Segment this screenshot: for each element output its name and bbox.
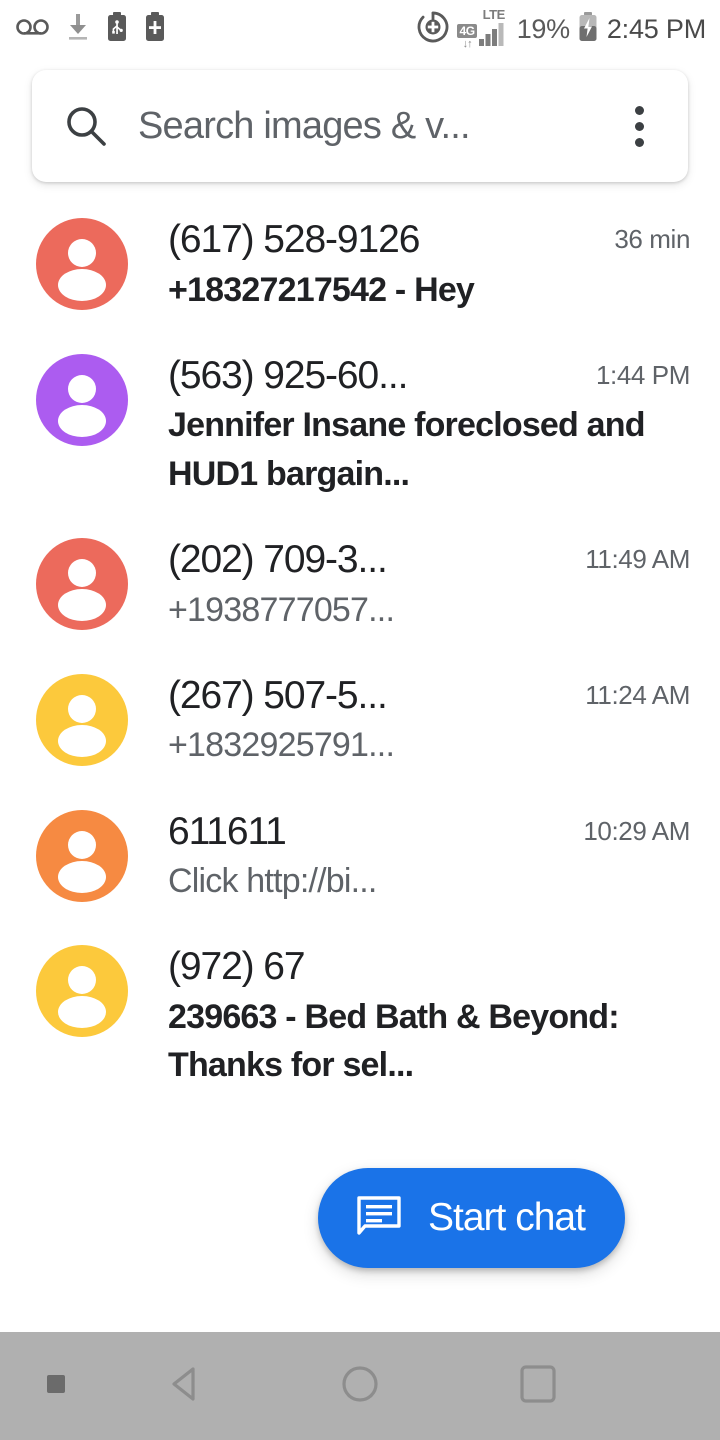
data-saver-icon <box>417 11 449 48</box>
conversation-list: (617) 528-9126 36 min +18327217542 - Hey… <box>0 196 720 1108</box>
conversation-title: (563) 925-60... <box>168 353 408 397</box>
status-bar-left-icons <box>16 11 166 47</box>
network-indicator: 4G ↓↑ LTE <box>457 8 508 50</box>
status-bar-clock: 2:45 PM <box>606 13 706 44</box>
conversation-preview: 239663 - Bed Bath & Beyond: Thanks for s… <box>168 998 620 1085</box>
download-icon <box>66 13 90 46</box>
battery-percent-label: 19% <box>516 13 570 44</box>
avatar <box>36 537 128 630</box>
conversation-title: (202) 709-3... <box>168 537 388 581</box>
conversation-title: (617) 528-9126 <box>168 218 420 261</box>
conversation-timestamp: 11:49 AM <box>585 543 690 574</box>
conversation-row-1[interactable]: (563) 925-60... 1:44 PM Jennifer Insane … <box>0 331 720 516</box>
conversation-title: (972) 67 <box>168 945 306 989</box>
more-vert-icon[interactable] <box>616 105 662 147</box>
battery-plus-icon <box>144 11 166 47</box>
search-bar[interactable]: Search images & v... <box>32 70 688 182</box>
recents-button[interactable] <box>483 1332 593 1440</box>
conversation-timestamp: 36 min <box>614 224 690 254</box>
status-bar-right-icons: 4G ↓↑ LTE 19% 2:45 PM <box>417 8 706 50</box>
conversation-row-3[interactable]: (267) 507-5... 11:24 AM +1832925791... <box>0 651 720 788</box>
signal-bars-icon <box>478 22 509 50</box>
conversation-preview: +1938777057... <box>168 590 395 629</box>
start-chat-icon <box>354 1191 404 1246</box>
conversation-body: (267) 507-5... 11:24 AM +1832925791... <box>168 672 696 770</box>
avatar <box>36 945 128 1038</box>
back-button[interactable] <box>130 1332 240 1440</box>
conversation-body: (563) 925-60... 1:44 PM Jennifer Insane … <box>168 352 696 498</box>
recents-square-icon <box>515 1361 561 1412</box>
conversation-timestamp: 11:24 AM <box>585 679 690 710</box>
network-lte-label: LTE <box>478 8 509 50</box>
conversation-preview: +18327217542 - Hey <box>168 270 475 309</box>
conversation-preview: Jennifer Insane foreclosed and HUD1 barg… <box>168 406 646 493</box>
conversation-header: (563) 925-60... 1:44 PM <box>168 352 690 400</box>
data-arrows-icon: ↓↑ <box>462 38 473 50</box>
conversation-row-4[interactable]: 611611 10:29 AM Click http://bi... <box>0 787 720 924</box>
battery-charging-icon <box>578 11 598 47</box>
conversation-header: (267) 507-5... 11:24 AM <box>168 672 690 720</box>
conversation-row-5[interactable]: (972) 67 239663 - Bed Bath & Beyond: Tha… <box>0 923 720 1108</box>
conversation-title: (267) 507-5... <box>168 673 388 717</box>
back-triangle-icon <box>162 1361 208 1412</box>
avatar <box>36 673 128 766</box>
conversation-preview: +1832925791... <box>168 726 395 765</box>
conversation-preview: Click http://bi... <box>168 862 377 901</box>
conversation-row-2[interactable]: (202) 709-3... 11:49 AM +1938777057... <box>0 515 720 652</box>
conversation-row-0[interactable]: (617) 528-9126 36 min +18327217542 - Hey <box>0 196 720 332</box>
status-bar: 4G ↓↑ LTE 19% 2:45 PM <box>0 0 720 58</box>
search-icon <box>58 103 114 149</box>
voicemail-icon <box>16 16 50 43</box>
conversation-body: (972) 67 239663 - Bed Bath & Beyond: Tha… <box>168 943 696 1089</box>
conversation-body: (202) 709-3... 11:49 AM +1938777057... <box>168 536 696 634</box>
conversation-timestamp: 10:29 AM <box>583 815 690 846</box>
conversation-title: 611611 <box>168 809 287 853</box>
conversation-timestamp: 1:44 PM <box>595 359 690 390</box>
avatar <box>36 809 128 902</box>
search-input[interactable]: Search images & v... <box>138 105 616 148</box>
nav-dot-icon <box>47 1375 65 1393</box>
start-chat-button[interactable]: Start chat <box>318 1168 625 1268</box>
conversation-header: (972) 67 <box>168 943 690 991</box>
avatar <box>36 218 128 310</box>
network-4g-badge: 4G ↓↑ <box>457 24 477 50</box>
avatar <box>36 353 128 446</box>
conversation-header: (617) 528-9126 36 min <box>168 216 690 264</box>
conversation-body: 611611 10:29 AM Click http://bi... <box>168 808 696 906</box>
start-chat-label: Start chat <box>428 1196 586 1239</box>
home-circle-icon <box>337 1361 383 1412</box>
conversation-header: (202) 709-3... 11:49 AM <box>168 536 690 584</box>
conversation-body: (617) 528-9126 36 min +18327217542 - Hey <box>168 216 696 314</box>
conversation-header: 611611 10:29 AM <box>168 808 690 856</box>
home-button[interactable] <box>305 1332 415 1440</box>
usb-battery-icon <box>106 11 128 47</box>
